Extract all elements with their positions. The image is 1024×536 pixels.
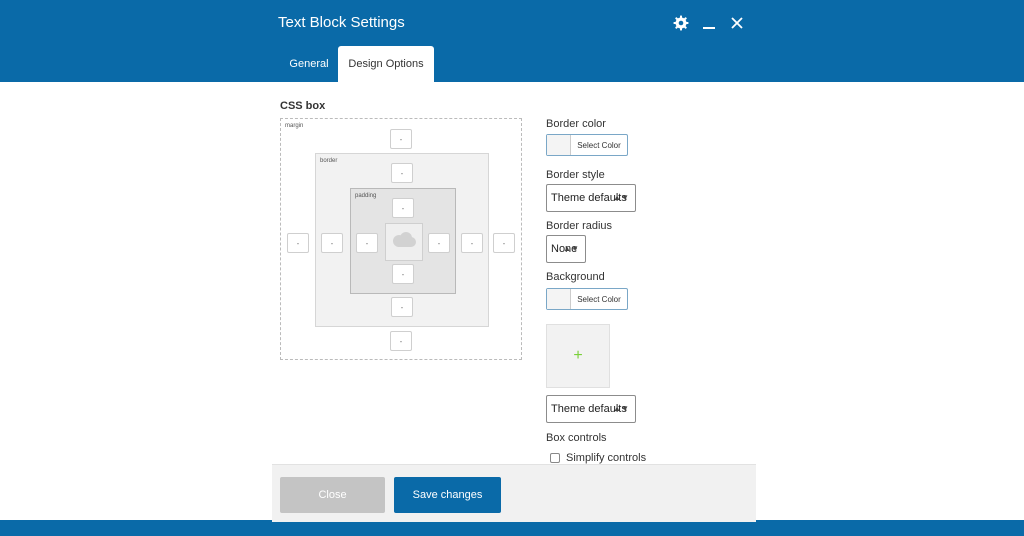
select-arrows-icon: ▲▼: [613, 193, 629, 202]
cloud-icon: [391, 231, 417, 254]
border-style-select[interactable]: Theme defaults ▲▼: [546, 184, 636, 212]
border-style-label: Border style: [546, 169, 605, 181]
select-arrows-icon: ▲▼: [613, 404, 629, 413]
border-radius-label: Border radius: [546, 220, 613, 232]
margin-right-input[interactable]: [493, 233, 515, 253]
border-bottom-input[interactable]: [391, 297, 413, 317]
modal-header: Text Block Settings General Design Optio…: [272, 0, 756, 82]
border-radius-select[interactable]: None ▲▼: [546, 235, 586, 263]
css-box-border: border padding: [315, 153, 489, 327]
bottom-blue-band: [0, 520, 1024, 536]
border-right-input[interactable]: [461, 233, 483, 253]
css-box-margin: margin border padding: [280, 118, 522, 360]
modal-footer: Close Save changes: [272, 464, 756, 522]
tab-design-options[interactable]: Design Options: [338, 46, 434, 82]
border-color-swatch: [547, 135, 571, 155]
margin-left-input[interactable]: [287, 233, 309, 253]
border-label: border: [320, 158, 338, 164]
border-color-button-label: Select Color: [577, 140, 621, 150]
simplify-controls-row: Simplify controls: [550, 452, 646, 464]
plus-icon: +: [573, 347, 583, 364]
padding-left-input[interactable]: [356, 233, 378, 253]
modal-title: Text Block Settings: [278, 14, 405, 31]
border-color-picker[interactable]: Select Color: [546, 134, 628, 156]
css-box-content: [385, 223, 423, 261]
background-color-button-label: Select Color: [577, 294, 621, 304]
simplify-controls-label: Simplify controls: [566, 452, 647, 464]
save-changes-button[interactable]: Save changes: [394, 477, 501, 513]
border-top-input[interactable]: [391, 163, 413, 183]
background-image-picker[interactable]: +: [546, 324, 610, 388]
padding-bottom-input[interactable]: [392, 264, 414, 284]
background-label: Background: [546, 271, 605, 283]
background-color-picker[interactable]: Select Color: [546, 288, 628, 310]
border-color-label: Border color: [546, 118, 606, 130]
background-style-select[interactable]: Theme defaults ▲▼: [546, 395, 636, 423]
tab-general[interactable]: General: [282, 46, 336, 82]
select-arrows-icon: ▲▼: [563, 244, 579, 253]
simplify-controls-checkbox[interactable]: [550, 453, 560, 463]
close-button[interactable]: Close: [280, 477, 385, 513]
margin-top-input[interactable]: [390, 129, 412, 149]
close-icon[interactable]: [728, 14, 746, 32]
padding-right-input[interactable]: [428, 233, 450, 253]
padding-top-input[interactable]: [392, 198, 414, 218]
margin-bottom-input[interactable]: [390, 331, 412, 351]
modal-body: CSS box margin border padding: [272, 82, 756, 464]
header-icons: [672, 14, 746, 32]
box-controls-label: Box controls: [546, 432, 607, 444]
settings-modal: Text Block Settings General Design Optio…: [272, 0, 756, 522]
css-box-padding: padding: [350, 188, 456, 294]
padding-label: padding: [355, 193, 377, 199]
border-left-input[interactable]: [321, 233, 343, 253]
css-box-title: CSS box: [280, 100, 326, 112]
gear-icon[interactable]: [672, 14, 690, 32]
minimize-icon[interactable]: [700, 14, 718, 32]
background-color-swatch: [547, 289, 571, 309]
margin-label: margin: [285, 123, 304, 129]
